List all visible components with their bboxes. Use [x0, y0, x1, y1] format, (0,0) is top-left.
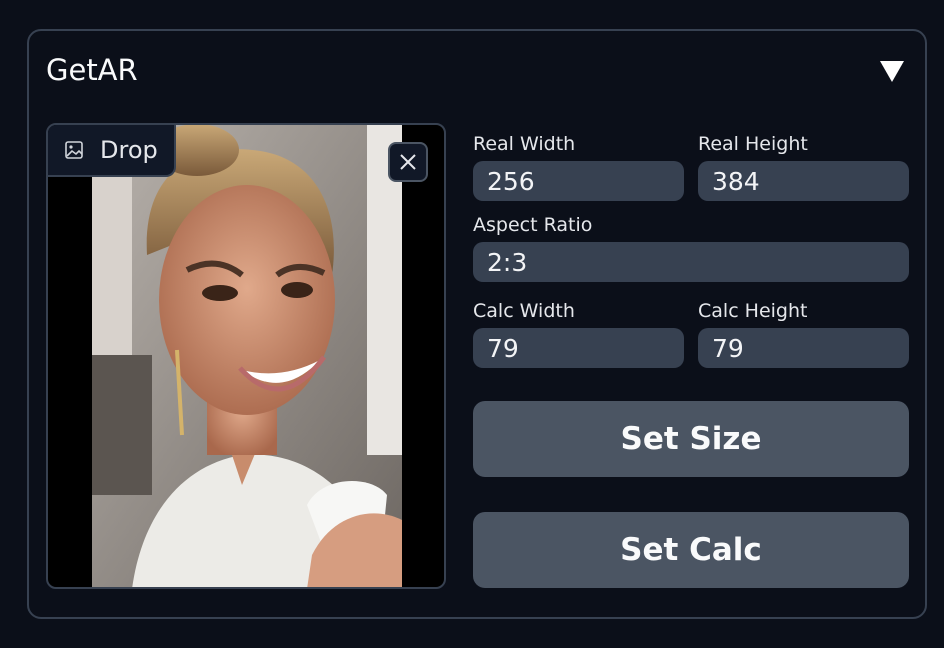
real-width-field[interactable]: 256	[473, 161, 684, 201]
real-width-label: Real Width	[473, 133, 576, 155]
calc-height-field[interactable]: 79	[698, 328, 909, 368]
real-height-field[interactable]: 384	[698, 161, 909, 201]
panel-title: GetAR	[46, 53, 138, 87]
drop-text: Drop	[100, 136, 158, 164]
calc-width-label: Calc Width	[473, 300, 575, 322]
set-size-button[interactable]: Set Size	[473, 401, 909, 477]
clear-image-button[interactable]	[388, 142, 428, 182]
image-icon	[65, 141, 83, 159]
calc-height-label: Calc Height	[698, 300, 808, 322]
aspect-ratio-label: Aspect Ratio	[473, 214, 593, 236]
triangle-down-icon[interactable]	[879, 59, 905, 83]
calc-width-field[interactable]: 79	[473, 328, 684, 368]
set-calc-button[interactable]: Set Calc	[473, 512, 909, 588]
close-icon	[400, 154, 416, 170]
portrait-photo	[92, 125, 402, 587]
getar-panel: GetAR Drop Real Width 256 Real Height 38…	[27, 29, 927, 619]
image-dropzone[interactable]: Drop	[46, 123, 446, 589]
real-height-label: Real Height	[698, 133, 808, 155]
aspect-ratio-field[interactable]: 2:3	[473, 242, 909, 282]
drop-label: Drop	[48, 125, 176, 177]
